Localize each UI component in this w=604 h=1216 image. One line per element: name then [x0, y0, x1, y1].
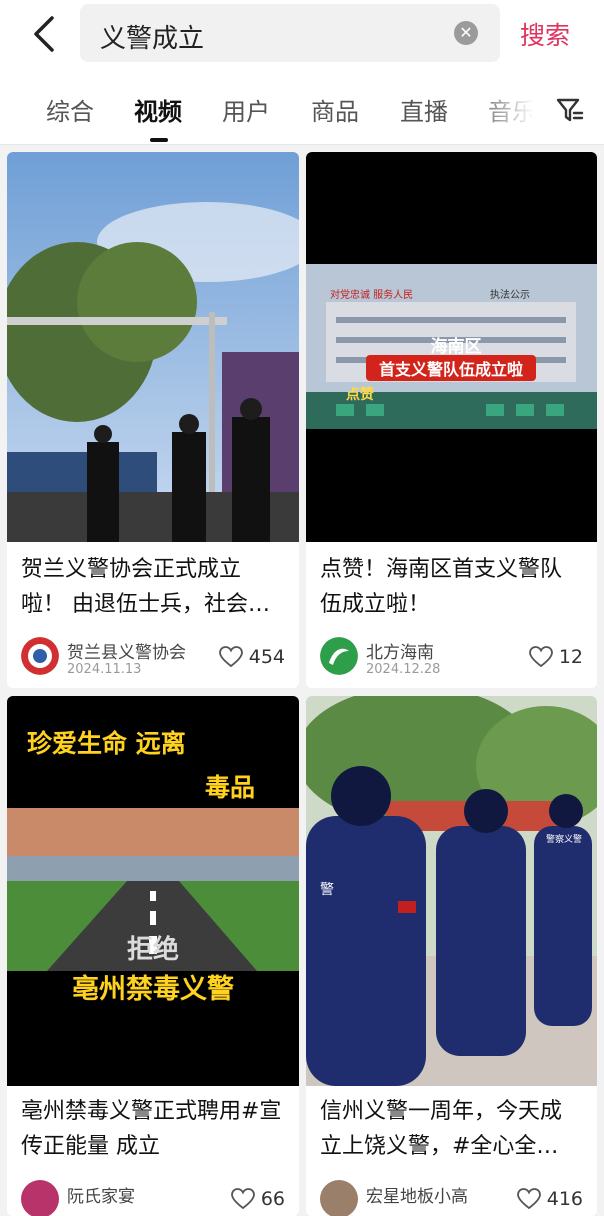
overlay-text: 亳州禁毒义警 — [72, 973, 234, 1005]
overlay-text: 毒品 — [205, 773, 255, 802]
overlay-patch: 警 — [320, 882, 334, 898]
avatar[interactable] — [320, 637, 358, 675]
avatar[interactable] — [21, 637, 59, 675]
filter-icon[interactable] — [556, 96, 584, 124]
top-bar: 义警成立 ✕ 搜索 — [0, 0, 604, 70]
back-arrow-icon[interactable] — [28, 14, 64, 54]
video-title[interactable]: 信州义警一周年，今天成立上饶义警，#全心全… — [320, 1094, 582, 1164]
clear-icon[interactable]: ✕ — [454, 21, 478, 45]
overlay-road-text: 拒绝 — [127, 934, 179, 965]
author-name[interactable]: 宏星地板小高 — [366, 1182, 468, 1207]
overlay-back-text: 警察义警 — [546, 833, 582, 845]
video-thumbnail[interactable]: 首支义警队伍成立啦 海南区 对党忠诚 服务人民 执法公示 点赞 — [306, 152, 597, 542]
author-name[interactable]: 北方海南 — [366, 638, 434, 663]
tab-comprehensive[interactable]: 综合 — [46, 92, 94, 127]
author-name[interactable]: 贺兰县义警协会 — [67, 638, 186, 663]
avatar[interactable] — [21, 1180, 59, 1216]
tab-products[interactable]: 商品 — [311, 92, 359, 127]
like-count[interactable]: 12 — [528, 646, 583, 668]
tab-live[interactable]: 直播 — [400, 92, 448, 127]
video-thumbnail[interactable] — [7, 152, 299, 542]
video-thumbnail[interactable]: 警 警察义警 — [306, 696, 597, 1086]
like-count[interactable]: 66 — [230, 1188, 285, 1210]
video-card[interactable]: 警 警察义警 信州义警一周年，今天成立上饶义警，#全心全… 宏星地板小高 416 — [306, 696, 597, 1216]
video-title[interactable]: 贺兰义警协会正式成立啦！ 由退伍士兵，社会… — [21, 552, 283, 622]
video-title[interactable]: 亳州禁毒义警正式聘用#宣传正能量 成立 — [21, 1094, 283, 1164]
video-card[interactable]: 贺兰义警协会正式成立啦！ 由退伍士兵，社会… 贺兰县义警协会 2024.11.1… — [7, 152, 299, 688]
overlay-sign: 执法公示 — [490, 288, 530, 301]
tab-fade — [470, 70, 550, 144]
search-button[interactable]: 搜索 — [520, 16, 570, 52]
like-count[interactable]: 416 — [516, 1188, 583, 1210]
overlay-slogan: 对党忠诚 服务人民 — [330, 288, 413, 301]
like-count[interactable]: 454 — [218, 646, 285, 668]
overlay-text: 珍爱生命 远离 — [27, 729, 186, 758]
overlay-text: 首支义警队伍成立啦 — [379, 360, 523, 379]
post-date: 2024.12.28 — [366, 662, 441, 677]
overlay-like-text: 点赞 — [346, 386, 374, 403]
video-card[interactable]: 珍爱生命 远离 毒品 亳州禁毒义警 拒绝 亳州禁毒义警正式聘用#宣传正能量 成立… — [7, 696, 299, 1216]
search-query[interactable]: 义警成立 — [100, 18, 204, 55]
tab-video[interactable]: 视频 — [134, 92, 182, 127]
post-date: 2024.11.13 — [67, 662, 142, 677]
heart-icon — [230, 1188, 255, 1210]
active-tab-indicator — [150, 138, 168, 142]
avatar[interactable] — [320, 1180, 358, 1216]
author-name[interactable]: 阮氏家宴 — [67, 1182, 135, 1207]
heart-icon — [528, 646, 553, 668]
video-title[interactable]: 点赞！海南区首支义警队伍成立啦！ — [320, 552, 582, 622]
tab-users[interactable]: 用户 — [222, 92, 270, 127]
heart-icon — [516, 1188, 541, 1210]
search-input[interactable]: 义警成立 ✕ — [80, 4, 500, 62]
overlay-text: 海南区 — [431, 336, 482, 357]
heart-icon — [218, 646, 243, 668]
tab-bar: 综合 视频 用户 商品 直播 音乐 — [0, 70, 604, 145]
video-thumbnail[interactable]: 珍爱生命 远离 毒品 亳州禁毒义警 拒绝 — [7, 696, 299, 1086]
video-card[interactable]: 首支义警队伍成立啦 海南区 对党忠诚 服务人民 执法公示 点赞 点赞！海南区首支… — [306, 152, 597, 688]
